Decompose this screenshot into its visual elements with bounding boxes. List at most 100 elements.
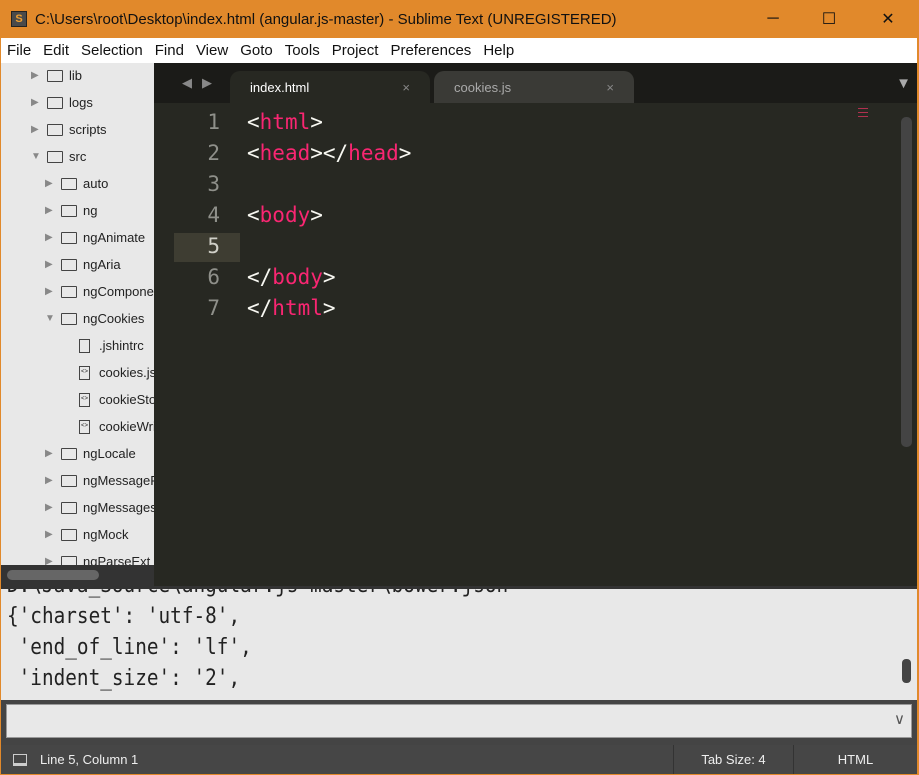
menu-goto[interactable]: Goto — [234, 42, 279, 59]
collapsed-arrow-icon[interactable]: ▶ — [45, 232, 55, 243]
menu-selection[interactable]: Selection — [75, 42, 149, 59]
collapsed-arrow-icon[interactable]: ▶ — [45, 502, 55, 513]
maximize-button[interactable]: ☐ — [800, 0, 858, 38]
history-dropdown-icon[interactable]: ∨ — [894, 710, 905, 728]
title-bar: S C:\Users\root\Desktop\index.html (angu… — [0, 0, 919, 38]
tab-nav-right-icon[interactable]: ▶ — [202, 75, 212, 91]
console-input[interactable] — [6, 704, 912, 738]
sidebar-item[interactable]: ▶ ngAria — [45, 251, 121, 278]
sidebar-item[interactable]: <> cookieWriter.js — [79, 413, 154, 440]
sidebar-item-label: lib — [69, 68, 83, 83]
line-number: 5 — [207, 234, 220, 258]
sidebar-item[interactable]: <> cookieStore.js — [79, 386, 154, 413]
menu-preferences[interactable]: Preferences — [384, 42, 477, 59]
sidebar-item-label: ngLocale — [83, 446, 136, 461]
menu-help[interactable]: Help — [477, 42, 520, 59]
collapsed-arrow-icon[interactable]: ▶ — [45, 205, 55, 216]
sidebar-item-label: src — [69, 149, 87, 164]
menu-tools[interactable]: Tools — [279, 42, 326, 59]
sidebar-item[interactable]: <> cookies.js — [79, 359, 154, 386]
sidebar-item[interactable]: ▶ scripts — [31, 116, 107, 143]
code-line: </html> — [247, 296, 336, 320]
sidebar-item-label: auto — [83, 176, 109, 191]
folder-icon — [61, 474, 77, 487]
sidebar-item[interactable]: ▶ ngMessageFormat — [45, 467, 154, 494]
menu-edit[interactable]: Edit — [37, 42, 75, 59]
sidebar-item-label: ngMock — [83, 527, 129, 542]
sidebar-item[interactable]: ▶ ngLocale — [45, 440, 136, 467]
folder-icon — [47, 123, 63, 136]
sidebar-horizontal-scrollbar[interactable] — [1, 565, 167, 586]
code-file-icon: <> — [79, 419, 90, 434]
menu-project[interactable]: Project — [326, 42, 385, 59]
sidebar-item[interactable]: ▶ ngComponentRouter — [45, 278, 154, 305]
tab-cookies-js[interactable]: cookies.js × — [434, 71, 634, 103]
editor[interactable]: ◀ ▶ index.html × cookies.js × ▼ 1 <html> 2 <he… — [154, 63, 917, 586]
folder-open-icon — [61, 312, 77, 325]
folder-icon — [61, 501, 77, 514]
tab-nav-left-icon[interactable]: ◀ — [182, 75, 192, 91]
console-output: D:\Java_Source\angular.js-master\bower.j… — [1, 586, 917, 700]
sidebar-item-label: cookies.js — [99, 365, 154, 380]
menu-find[interactable]: Find — [149, 42, 190, 59]
close-tab-icon[interactable]: × — [606, 80, 614, 95]
punctuation: </ — [247, 296, 273, 320]
menu-file[interactable]: File — [1, 42, 37, 59]
punctuation: > — [322, 296, 336, 320]
collapsed-arrow-icon[interactable]: ▶ — [45, 448, 55, 459]
console-input-bar: ∨ — [1, 700, 917, 745]
tab-list-dropdown-icon[interactable]: ▼ — [896, 75, 911, 92]
sidebar-item[interactable]: ▼ src — [31, 143, 86, 170]
punctuation: > — [398, 141, 412, 165]
sidebar-item[interactable]: ▶ auto — [45, 170, 108, 197]
sidebar-item[interactable]: ▼ ngCookies — [45, 305, 144, 332]
sublime-logo-icon: S — [11, 11, 27, 27]
console-line: 'end_of_line': 'lf', — [7, 635, 252, 660]
sidebar-item-label: ngCookies — [83, 311, 145, 326]
collapsed-arrow-icon[interactable]: ▶ — [45, 529, 55, 540]
close-tab-icon[interactable]: × — [402, 80, 410, 95]
expanded-arrow-icon[interactable]: ▼ — [45, 313, 55, 324]
console-scrollbar[interactable] — [902, 659, 911, 683]
sidebar-item-label: ngMessages — [83, 500, 154, 515]
collapsed-arrow-icon[interactable]: ▶ — [45, 286, 55, 297]
folder-icon — [61, 177, 77, 190]
tab-size-selector[interactable]: Tab Size: 4 — [673, 745, 793, 774]
sidebar-item[interactable]: ▶ ngMock — [45, 521, 129, 548]
tab-index-html[interactable]: index.html × — [230, 71, 430, 103]
menu-view[interactable]: View — [190, 42, 234, 59]
sidebar-item[interactable]: ▶ logs — [31, 89, 93, 116]
close-button[interactable]: ✕ — [859, 0, 917, 38]
editor-scrollbar[interactable] — [901, 117, 912, 447]
console-line: D:\Java_Source\angular.js-master\bower.j… — [7, 589, 508, 598]
tag-name: head — [259, 141, 311, 165]
sidebar-item[interactable]: ▶ lib — [31, 63, 82, 89]
tab-bar: ◀ ▶ index.html × cookies.js × ▼ — [154, 63, 917, 103]
collapsed-arrow-icon[interactable]: ▶ — [45, 259, 55, 270]
line-number: 6 — [207, 265, 220, 289]
panel-toggle-icon[interactable] — [13, 745, 27, 774]
minimize-button[interactable]: ─ — [744, 0, 802, 38]
syntax-selector[interactable]: HTML — [793, 745, 917, 774]
sidebar-item[interactable]: ▶ ng — [45, 197, 97, 224]
collapsed-arrow-icon[interactable]: ▶ — [31, 124, 41, 135]
sidebar-item[interactable]: ▶ ngAnimate — [45, 224, 145, 251]
minimap[interactable] — [858, 108, 868, 120]
punctuation: > — [322, 265, 336, 289]
folder-icon — [61, 285, 77, 298]
collapsed-arrow-icon[interactable]: ▶ — [45, 475, 55, 486]
collapsed-arrow-icon[interactable]: ▶ — [31, 70, 41, 81]
collapsed-arrow-icon[interactable]: ▶ — [45, 178, 55, 189]
folder-open-icon — [47, 150, 63, 163]
sidebar-item[interactable]: ▶ ngMessages — [45, 494, 154, 521]
collapsed-arrow-icon[interactable]: ▶ — [31, 97, 41, 108]
punctuation: < — [247, 203, 260, 227]
expanded-arrow-icon[interactable]: ▼ — [31, 151, 41, 162]
punctuation: < — [247, 110, 260, 134]
line-number: 4 — [207, 203, 220, 227]
console-line: 'indent_size': '2', — [7, 666, 241, 691]
code-line: <body> — [247, 203, 323, 227]
punctuation: </ — [247, 265, 273, 289]
sidebar-item[interactable]: .jshintrc — [79, 332, 144, 359]
tag-name: html — [259, 110, 311, 134]
